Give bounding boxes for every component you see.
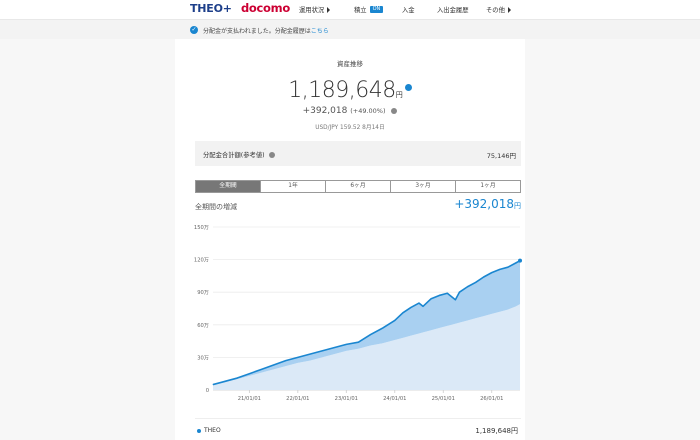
theo-point (212, 384, 214, 385)
nav-reserve-label: 積立 (354, 7, 367, 14)
x-tick-label: 25/01/01 (432, 396, 455, 402)
x-tick-label: 24/01/01 (383, 396, 406, 402)
nav-other[interactable]: その他 (486, 5, 511, 14)
notice-bar: ✓ 分配金が支払われました。分配金履歴はこちら (0, 19, 700, 39)
asset-chart[interactable]: 0 30万 60万 90万 120万 150万 21/01/01 22/01/01 23/01/… (175, 217, 525, 407)
theo-point (402, 312, 404, 314)
theo-point (333, 347, 335, 349)
theo-point (467, 286, 468, 288)
total-value: 1,189,648 (288, 78, 396, 103)
gain-line: +392,018 (+49.00%) (175, 106, 525, 116)
y-tick-label: 120万 (194, 257, 209, 264)
period-value-wrap: +392,018円 (454, 197, 521, 211)
theo-point (394, 320, 396, 321)
theo-point (273, 364, 274, 366)
asset-panel: 資産推移 1,189,648円 +392,018 (+49.00%) USD/J… (175, 39, 525, 440)
dividend-history-link[interactable]: こちら (311, 28, 329, 35)
docomo-logo[interactable]: docomo (241, 1, 290, 15)
fx-note: USD/JPY 159.52 8月14日 (315, 125, 385, 131)
theo-point (248, 373, 250, 375)
top-header: THEO+ docomo 運用状況 積立 ON 入金 入出金履歴 その他 (0, 0, 700, 19)
nav-history-label: 入出金履歴 (437, 7, 469, 14)
theo-point (438, 295, 440, 296)
period-label: 全期間の増減 (195, 203, 237, 211)
legend-value: 1,189,648円 (475, 427, 518, 435)
period-value: +392,018 (454, 197, 514, 211)
chevron-right-icon (507, 6, 511, 13)
theo-point (430, 298, 432, 300)
theo-point (236, 377, 238, 379)
theo-point (491, 272, 493, 274)
theo-point (358, 341, 359, 343)
period-tabs: 全期間 1年 6ヶ月 3ヶ月 1ヶ月 (195, 180, 521, 193)
x-tick-label: 23/01/01 (335, 396, 358, 402)
y-tick-label: 0 (206, 388, 209, 394)
theo-series-dot (197, 429, 201, 433)
y-tick-label: 60万 (197, 322, 209, 329)
theo-point (321, 350, 323, 352)
theo-point (446, 292, 448, 294)
dividend-label-wrap: 分配金合計額(参考値) (203, 150, 275, 159)
theo-point (418, 302, 420, 304)
theo-point (483, 276, 485, 278)
nav-deposit-label: 入金 (402, 7, 415, 14)
nav-operation-status[interactable]: 運用状況 (299, 5, 331, 14)
reserve-on-badge: ON (369, 6, 384, 13)
total-assets: 1,189,648円 (175, 78, 525, 103)
gain-percent: (+49.00%) (350, 107, 386, 115)
theo-point (224, 380, 226, 382)
x-tick-label: 26/01/01 (480, 396, 503, 402)
theo-point (285, 360, 287, 362)
info-icon[interactable] (268, 152, 275, 158)
gain-value: +392,018 (302, 106, 348, 116)
notice-text: 分配金が支払われました。分配金履歴はこちら (203, 26, 329, 35)
tab-all[interactable]: 全期間 (196, 181, 260, 192)
theo-point (507, 266, 509, 268)
period-unit: 円 (514, 202, 521, 210)
theo-logo[interactable]: THEO+ (190, 2, 232, 15)
nav-deposit[interactable]: 入金 (402, 5, 415, 14)
dividend-value: 75,146円 (486, 152, 516, 160)
x-tick-label: 22/01/01 (286, 396, 309, 402)
theo-point (422, 305, 424, 307)
theo-point (261, 368, 262, 370)
legend-name: THEO (204, 427, 221, 434)
theo-point (475, 282, 476, 283)
theo-end-marker (518, 258, 523, 263)
theo-point (454, 299, 456, 301)
nav-other-label: その他 (486, 7, 505, 14)
tab-1m[interactable]: 1ヶ月 (455, 181, 520, 192)
theo-point (370, 334, 371, 335)
theo-point (345, 343, 347, 345)
nav-history[interactable]: 入出金履歴 (437, 5, 468, 14)
dividend-label: 分配金合計額(参考値) (203, 152, 265, 159)
dividend-box: 分配金合計額(参考値) 75,146円 (195, 141, 521, 166)
nav-reserve[interactable]: 積立 ON (354, 5, 384, 14)
tab-3m[interactable]: 3ヶ月 (390, 181, 455, 192)
y-tick-label: 150万 (194, 224, 209, 231)
nav-operation-status-label: 運用状況 (299, 7, 325, 14)
total-unit: 円 (395, 91, 403, 99)
theo-point (499, 268, 501, 270)
info-icon[interactable] (391, 107, 398, 114)
theo-point (459, 291, 460, 293)
notice-message: 分配金が支払われました。分配金履歴は (203, 28, 311, 35)
y-tick-label: 90万 (197, 289, 209, 296)
theo-point (410, 307, 412, 308)
theo-point (382, 327, 384, 329)
tab-1y[interactable]: 1年 (260, 181, 325, 192)
theo-point (297, 357, 299, 358)
check-icon: ✓ (190, 26, 198, 34)
theo-point (309, 353, 311, 355)
theo-point (515, 262, 517, 264)
refresh-icon[interactable] (404, 84, 412, 91)
chevron-right-icon (327, 6, 331, 13)
legend-row: THEO 1,189,648円 (195, 418, 521, 440)
section-title: 資産推移 (337, 60, 363, 68)
y-tick-label: 30万 (197, 354, 209, 361)
tab-6m[interactable]: 6ヶ月 (325, 181, 390, 192)
x-tick-label: 21/01/01 (238, 396, 261, 402)
